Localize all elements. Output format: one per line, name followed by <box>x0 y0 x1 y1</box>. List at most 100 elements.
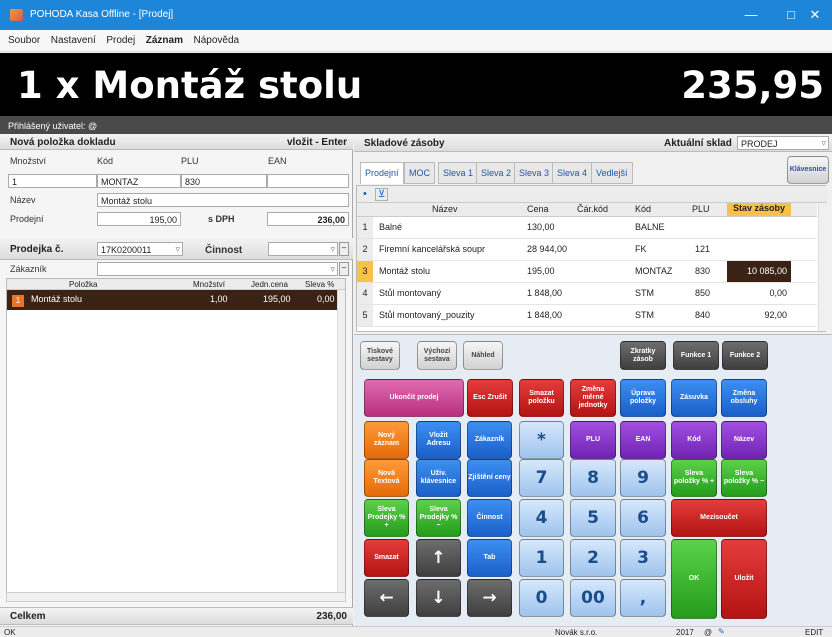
menu-nastaveni[interactable]: Nastavení <box>51 30 96 52</box>
d9-button[interactable]: 9 <box>620 459 666 497</box>
right-button[interactable]: → <box>467 579 512 617</box>
zmena-obs-button[interactable]: Změna obsluhy <box>721 379 767 417</box>
nazev-button[interactable]: Název <box>721 421 767 459</box>
vychozi-button[interactable]: Výchozí sestava <box>417 341 457 370</box>
nova-textova-button[interactable]: Nová Textová <box>364 459 409 497</box>
novy-zaznam-button[interactable]: Nový záznam <box>364 421 409 459</box>
smazat-button[interactable]: Smazat <box>364 539 409 577</box>
receipt-number-field[interactable]: 17K0200011 ▿ <box>97 242 183 256</box>
d2-button[interactable]: 2 <box>570 539 616 577</box>
table-row[interactable]: 5 Stůl montovaný_pouzity 1 848,00 STM 840 92,… <box>357 305 817 327</box>
d3-button[interactable]: 3 <box>620 539 666 577</box>
table-row[interactable]: 2 Firemní kancelářská soupr 28 944,00 FK 121 <box>357 239 817 261</box>
down-button[interactable]: ↓ <box>416 579 461 617</box>
tab-sleva1[interactable]: Sleva 1 <box>438 162 479 184</box>
tab-sleva3[interactable]: Sleva 3 <box>514 162 555 184</box>
ean-field[interactable] <box>267 174 349 188</box>
up-button[interactable]: ↑ <box>416 539 461 577</box>
d4-button[interactable]: 4 <box>519 499 564 537</box>
keyboard-button[interactable]: Klávesnice <box>787 156 829 184</box>
ulozit-button[interactable]: Uložit <box>721 539 767 619</box>
smazat-pol-button[interactable]: Smazat položku <box>519 379 564 417</box>
plu-button[interactable]: PLU <box>570 421 616 459</box>
sleva-pol-minus-button[interactable]: Sleva položky % − <box>721 459 767 497</box>
receipt-label: Prodejka č. <box>10 244 64 255</box>
tab-moc[interactable]: MOC <box>404 162 435 184</box>
nahled-button[interactable]: Náhled <box>463 341 503 370</box>
activity-clear-button[interactable]: – <box>339 242 349 256</box>
sleva-pol-plus-button[interactable]: Sleva položky % + <box>671 459 717 497</box>
d1-button[interactable]: 1 <box>519 539 564 577</box>
uziv-klav-button[interactable]: Uživ. klávesnice <box>416 459 461 497</box>
d7-button[interactable]: 7 <box>519 459 564 497</box>
warehouse-select[interactable]: PRODEJ ▿ <box>737 136 829 150</box>
uprava-button[interactable]: Úprava položky <box>620 379 666 417</box>
menu-prodej[interactable]: Prodej <box>106 30 135 52</box>
tisk-button[interactable]: Tiskové sestavy <box>360 341 400 370</box>
f1-button[interactable]: Funkce 1 <box>673 341 719 370</box>
chevron-down-icon[interactable]: ▿ <box>821 138 826 149</box>
d8-button[interactable]: 8 <box>570 459 616 497</box>
tab-button[interactable]: Tab <box>467 539 512 577</box>
zakaznik-button[interactable]: Zákazník <box>467 421 512 459</box>
zasuvka-button[interactable]: Zásuvka <box>671 379 717 417</box>
code-field[interactable]: MONTAZ <box>97 174 181 188</box>
sleva-prod-minus-label: Sleva Prodejky % − <box>419 506 458 529</box>
horizontal-scrollbar[interactable] <box>6 592 346 602</box>
zmena-mj-button[interactable]: Změna měrné jednotky <box>570 379 616 417</box>
table-row[interactable]: 4 Stůl montovaný 1 848,00 STM 850 0,00 <box>357 283 817 305</box>
minimize-button[interactable]: — <box>731 0 771 30</box>
comma-button[interactable]: , <box>620 579 666 617</box>
table-row[interactable]: 1 Balné 130,00 BALNE <box>357 217 817 239</box>
cinnost-button[interactable]: Činnost <box>467 499 512 537</box>
sleva-prod-plus-button[interactable]: Sleva Prodejky % + <box>364 499 409 537</box>
ean-button[interactable]: EAN <box>620 421 666 459</box>
name-field[interactable]: Montáž stolu <box>97 193 349 207</box>
price-vat-field[interactable]: 236,00 <box>267 212 349 226</box>
stock-scrollbar[interactable] <box>818 203 826 331</box>
close-button[interactable]: ✕ <box>798 0 832 30</box>
chevron-down-icon[interactable]: ▿ <box>330 244 335 255</box>
d0-button[interactable]: 0 <box>519 579 564 617</box>
d00-button[interactable]: 00 <box>570 579 616 617</box>
sleva-prod-minus-button[interactable]: Sleva Prodejky % − <box>416 499 461 537</box>
tisk-label: Tiskové sestavy <box>367 347 393 363</box>
menu-soubor[interactable]: Soubor <box>8 30 40 52</box>
menu-napoveda[interactable]: Nápověda <box>193 30 239 52</box>
tab-sleva2[interactable]: Sleva 2 <box>476 162 517 184</box>
tab-label: Tab <box>483 554 496 561</box>
star-button[interactable]: * <box>519 421 564 459</box>
chevron-down-icon[interactable]: ▿ <box>175 244 180 255</box>
chevron-down-icon[interactable]: ▿ <box>330 264 335 275</box>
filter-icon[interactable]: ⊻ <box>375 188 389 201</box>
zkratky-button[interactable]: Zkratky zásob <box>620 341 666 370</box>
star-filter-icon[interactable]: • <box>363 188 367 200</box>
d6-button[interactable]: 6 <box>620 499 666 537</box>
table-row[interactable]: 1 Montáž stolu 1,00 195,00 0,00 <box>7 290 337 310</box>
customer-clear-button[interactable]: – <box>339 262 349 276</box>
ukoncit-button[interactable]: Ukončit prodej <box>364 379 464 417</box>
d5-button[interactable]: 5 <box>570 499 616 537</box>
zjisteni-button[interactable]: Zjištění ceny <box>467 459 512 497</box>
table-row[interactable]: 3 Montáž stolu 195,00 MONTAZ 830 10 085,00 <box>357 261 817 283</box>
price-field[interactable]: 195,00 <box>97 212 181 226</box>
plu-field[interactable]: 830 <box>181 174 267 188</box>
tab-prodejni[interactable]: Prodejní <box>360 162 404 184</box>
ok-button[interactable]: OK <box>671 539 717 619</box>
tab-sleva4[interactable]: Sleva 4 <box>552 162 593 184</box>
receipt-scrollbar[interactable] <box>337 290 345 597</box>
tab-vedlejsi[interactable]: Vedlejší <box>591 162 633 184</box>
mezisoucet-button[interactable]: Mezisoučet <box>671 499 767 537</box>
f2-button[interactable]: Funkce 2 <box>722 341 768 370</box>
qty-field[interactable]: 1 <box>8 174 97 188</box>
vlozit-adresu-button[interactable]: Vložit Adresu <box>416 421 461 459</box>
stock-cell-name: Stůl montovaný_pouzity <box>379 310 475 320</box>
sleva-pol-plus-label: Sleva položky % + <box>673 470 715 485</box>
esc-button[interactable]: Esc Zrušit <box>467 379 513 417</box>
activity-select[interactable]: ▿ <box>268 242 338 256</box>
kod-button[interactable]: Kód <box>671 421 717 459</box>
left-button[interactable]: ← <box>364 579 409 617</box>
company-name: Novák s.r.o. <box>555 628 598 637</box>
customer-field[interactable]: ▿ <box>97 262 338 276</box>
menu-zaznam[interactable]: Záznam <box>146 30 183 52</box>
